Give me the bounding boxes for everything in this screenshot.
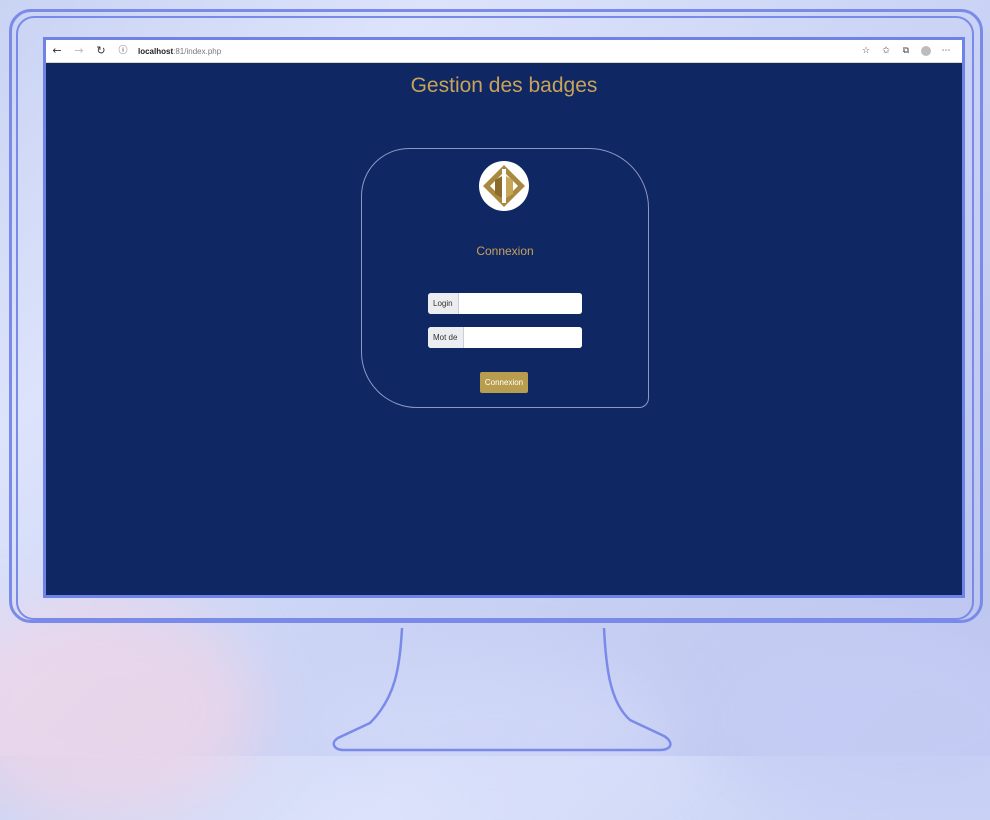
login-heading: Connexion — [476, 244, 534, 258]
page-title: Gestion des badges — [410, 74, 598, 97]
login-field: Login — [428, 293, 582, 314]
arrow-right-icon[interactable]: → — [68, 40, 90, 62]
collections-icon[interactable]: ⧉ — [896, 40, 916, 62]
browser-window: ← → ↻ ⓘ localhost:81/index.php ☆ ✩ ⧉ ⋯ G… — [43, 37, 965, 598]
reload-icon[interactable]: ↻ — [90, 40, 112, 62]
login-card: Connexion Login Mot de passe Connexion — [361, 148, 649, 408]
logo-icon — [479, 161, 529, 211]
address-bar[interactable]: localhost:81/index.php — [138, 47, 221, 56]
password-field: Mot de passe — [428, 327, 582, 348]
profile-avatar-icon[interactable] — [916, 40, 936, 62]
url-host: localhost — [138, 46, 174, 56]
password-label: Mot de passe — [428, 327, 464, 348]
connexion-button[interactable]: Connexion — [480, 372, 528, 393]
password-input[interactable] — [464, 327, 582, 348]
login-label: Login — [428, 293, 459, 314]
favorite-add-icon[interactable]: ☆ — [856, 40, 876, 62]
favorites-icon[interactable]: ✩ — [876, 40, 896, 62]
browser-toolbar: ← → ↻ ⓘ localhost:81/index.php ☆ ✩ ⧉ ⋯ — [46, 40, 962, 63]
arrow-left-icon[interactable]: ← — [46, 40, 68, 62]
more-menu-icon[interactable]: ⋯ — [936, 40, 956, 62]
login-input[interactable] — [458, 293, 582, 314]
url-path: :81/index.php — [173, 46, 222, 56]
info-icon[interactable]: ⓘ — [112, 40, 134, 62]
monitor-stand — [332, 628, 672, 752]
